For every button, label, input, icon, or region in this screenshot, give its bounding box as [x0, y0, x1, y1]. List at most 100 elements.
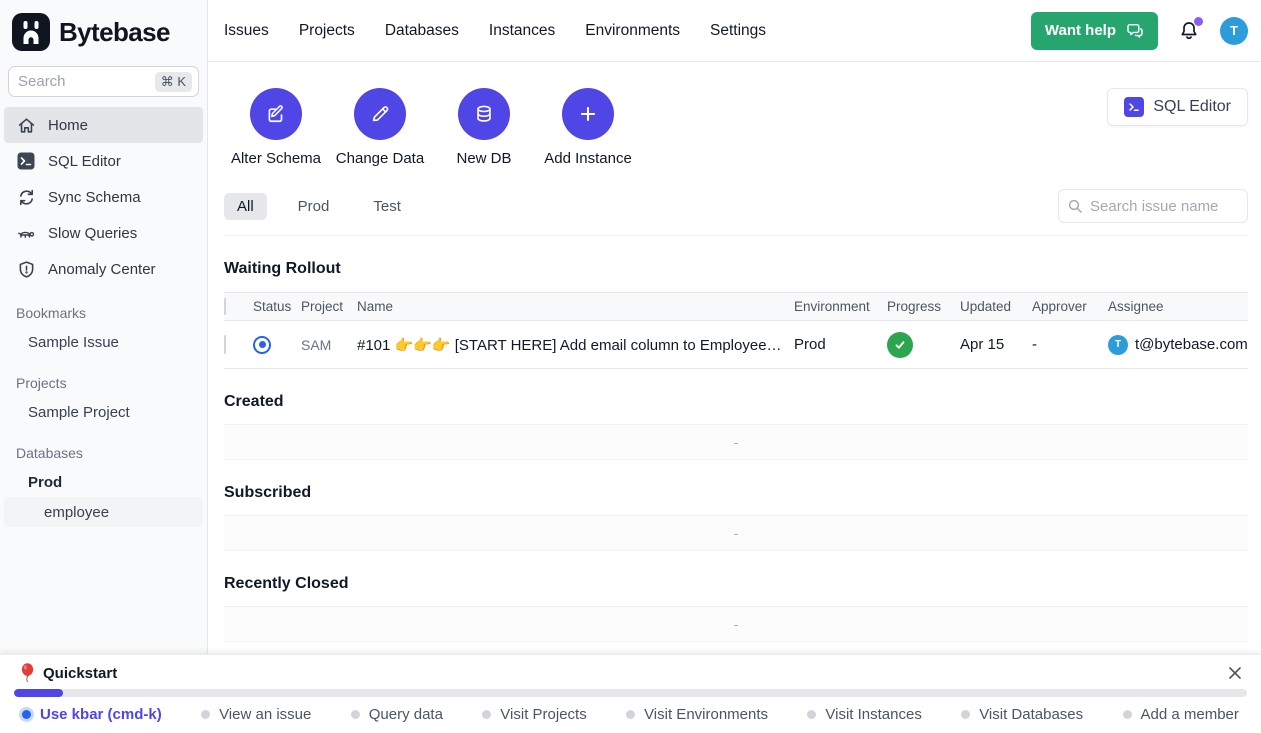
sidebar-item-employee[interactable]: employee [4, 497, 203, 527]
sidebar-item-label: Sync Schema [48, 189, 141, 206]
row-checkbox[interactable] [224, 335, 226, 354]
bytebase-logo-icon [12, 13, 50, 51]
tab-prod[interactable]: Prod [285, 193, 343, 220]
change-data-button[interactable]: Change Data [328, 88, 432, 167]
tab-test[interactable]: Test [360, 193, 414, 220]
nav-instances[interactable]: Instances [489, 22, 555, 40]
quickstart-step-visit-projects[interactable]: Visit Projects [482, 706, 586, 723]
step-label: Visit Instances [825, 706, 921, 723]
section-title-subscribed: Subscribed [224, 484, 1248, 502]
row-approver: - [1032, 336, 1108, 353]
sidebar-item-label: Slow Queries [48, 225, 137, 242]
step-label: Add a member [1141, 706, 1239, 723]
search-input[interactable] [18, 73, 149, 90]
nav-projects[interactable]: Projects [299, 22, 355, 40]
quick-action-label: New DB [456, 150, 511, 167]
row-updated: Apr 15 [960, 336, 1032, 353]
close-icon[interactable] [1225, 663, 1245, 683]
nav-databases[interactable]: Databases [385, 22, 459, 40]
plus-icon [562, 88, 614, 140]
sidebar: Bytebase ⌘ K Home SQL Editor [0, 0, 208, 733]
issue-search [1058, 189, 1248, 223]
row-project: SAM [301, 337, 357, 353]
empty-placeholder: - [734, 526, 738, 541]
quickstart-step-view-issue[interactable]: View an issue [201, 706, 311, 723]
home-icon [16, 115, 36, 135]
col-assignee: Assignee [1108, 299, 1248, 314]
database-icon [458, 88, 510, 140]
step-label: Use kbar (cmd-k) [40, 706, 162, 723]
quickstart-progress-track [14, 689, 1247, 697]
quick-action-label: Alter Schema [231, 150, 321, 167]
sidebar-group-databases: Databases [0, 427, 207, 467]
step-dot-icon [626, 710, 635, 719]
sidebar-item-home[interactable]: Home [4, 107, 203, 143]
top-nav: Issues Projects Databases Instances Envi… [224, 22, 766, 40]
new-db-button[interactable]: New DB [432, 88, 536, 167]
add-instance-button[interactable]: Add Instance [536, 88, 640, 167]
sql-editor-label: SQL Editor [1153, 98, 1231, 116]
quickstart-step-visit-environments[interactable]: Visit Environments [626, 706, 768, 723]
alter-schema-button[interactable]: Alter Schema [224, 88, 328, 167]
issue-search-input[interactable] [1058, 189, 1248, 223]
quickstart-step-kbar[interactable]: Use kbar (cmd-k) [22, 706, 162, 723]
quickstart-step-add-member[interactable]: Add a member [1123, 706, 1239, 723]
shield-icon [16, 259, 36, 279]
sidebar-item-anomaly-center[interactable]: Anomaly Center [4, 251, 203, 287]
terminal-icon [16, 151, 36, 171]
main-column: Issues Projects Databases Instances Envi… [208, 0, 1261, 733]
sync-icon [16, 187, 36, 207]
row-name[interactable]: #101 👉👉👉 [START HERE] Add email column t… [357, 336, 794, 354]
pencil-icon [354, 88, 406, 140]
table-row[interactable]: SAM #101 👉👉👉 [START HERE] Add email colu… [224, 321, 1248, 369]
nav-settings[interactable]: Settings [710, 22, 766, 40]
quick-action-label: Add Instance [544, 150, 632, 167]
col-name: Name [357, 299, 794, 314]
section-title-waiting-rollout: Waiting Rollout [224, 260, 1248, 278]
quick-actions-row: Alter Schema Change Data [224, 88, 1248, 167]
created-empty-row: - [224, 424, 1248, 460]
nav-issues[interactable]: Issues [224, 22, 269, 40]
tab-all[interactable]: All [224, 193, 267, 220]
quickstart-header: Quickstart [0, 655, 1261, 687]
step-label: Query data [369, 706, 443, 723]
user-avatar[interactable]: T [1220, 17, 1248, 45]
quickstart-step-query-data[interactable]: Query data [351, 706, 443, 723]
sidebar-spacer [0, 527, 207, 653]
sidebar-item-sample-project[interactable]: Sample Project [4, 397, 203, 427]
brand-logo[interactable]: Bytebase [0, 0, 207, 62]
notifications-button[interactable] [1176, 18, 1202, 44]
env-tabs-row: All Prod Test [224, 189, 1248, 236]
quickstart-step-visit-databases[interactable]: Visit Databases [961, 706, 1083, 723]
sidebar-item-sample-issue[interactable]: Sample Issue [4, 327, 203, 357]
sidebar-group-projects: Projects [0, 357, 207, 397]
waiting-rollout-table: Status Project Name Environment Progress… [224, 292, 1248, 369]
main-content: Alter Schema Change Data [208, 62, 1261, 733]
row-assignee: T t@bytebase.com [1108, 335, 1248, 355]
sidebar-group-bookmarks: Bookmarks [0, 287, 207, 327]
search-icon [1067, 198, 1083, 214]
edit-square-icon [250, 88, 302, 140]
row-environment: Prod [794, 336, 887, 353]
want-help-button[interactable]: Want help [1031, 12, 1158, 50]
step-dot-icon [1123, 710, 1132, 719]
col-progress: Progress [887, 299, 960, 314]
select-all-checkbox[interactable] [224, 298, 226, 315]
sidebar-item-label: Home [48, 117, 88, 134]
sidebar-search[interactable]: ⌘ K [8, 66, 199, 97]
subscribed-empty-row: - [224, 515, 1248, 551]
sidebar-item-prod[interactable]: Prod [4, 467, 203, 497]
sidebar-item-label: SQL Editor [48, 153, 121, 170]
nav-environments[interactable]: Environments [585, 22, 680, 40]
section-title-created: Created [224, 393, 1248, 411]
sidebar-item-sql-editor[interactable]: SQL Editor [4, 143, 203, 179]
sidebar-item-slow-queries[interactable]: Slow Queries [4, 215, 203, 251]
assignee-email: t@bytebase.com [1135, 336, 1248, 353]
sql-editor-button[interactable]: SQL Editor [1107, 88, 1248, 126]
assignee-avatar: T [1108, 335, 1128, 355]
recently-closed-empty-row: - [224, 606, 1248, 642]
quickstart-step-visit-instances[interactable]: Visit Instances [807, 706, 921, 723]
unread-dot [1194, 17, 1203, 26]
search-shortcut-badge: ⌘ K [155, 72, 192, 92]
sidebar-item-sync-schema[interactable]: Sync Schema [4, 179, 203, 215]
